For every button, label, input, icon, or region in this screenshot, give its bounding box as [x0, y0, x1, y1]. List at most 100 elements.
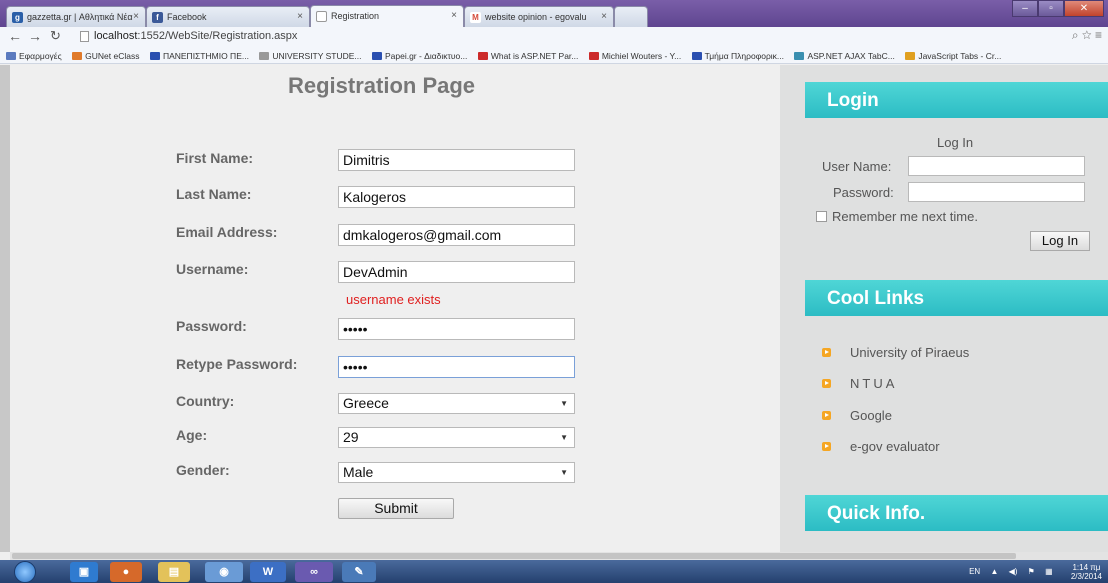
gender-value: Male — [343, 464, 374, 480]
retype-password-field[interactable]: ••••• — [338, 356, 575, 378]
chrome-taskbar-icon[interactable]: ◉ — [205, 562, 243, 582]
login-button[interactable]: Log In — [1030, 231, 1090, 251]
submit-button[interactable]: Submit — [338, 498, 454, 519]
taskbar: ▣ ● ▤ ◉ W ∞ ✎ EN ▲ ◀) ⚑ ▦ 1:14 πμ 2/3/201… — [0, 560, 1108, 583]
retype-password-label: Retype Password: — [176, 356, 298, 372]
login-username-field[interactable] — [908, 156, 1085, 176]
youtube-icon — [477, 52, 488, 60]
language-indicator[interactable]: EN — [969, 567, 980, 576]
bookmark-item[interactable]: Michiel Wouters - Y... — [588, 47, 682, 63]
close-icon[interactable]: × — [451, 10, 457, 21]
gender-select[interactable]: Male ▼ — [338, 462, 575, 483]
username-field[interactable]: DevAdmin — [338, 261, 575, 283]
tray-arrow-icon[interactable]: ▲ — [990, 567, 998, 576]
email-field[interactable]: dmkalogeros@gmail.com — [338, 224, 575, 246]
bookmark-item[interactable]: Εφαρμογές — [6, 47, 62, 63]
link-label: NTUA — [850, 376, 898, 391]
bookmark-item[interactable]: Papei.gr - Διαδικτυο... — [371, 47, 467, 63]
minimize-button[interactable]: – — [1012, 0, 1038, 17]
flag-icon[interactable]: ⚑ — [1028, 567, 1035, 576]
new-tab-button[interactable] — [614, 6, 648, 27]
horizontal-scrollbar[interactable] — [10, 552, 1108, 560]
explorer-taskbar-icon[interactable]: ▤ — [158, 562, 190, 582]
remember-me-checkbox[interactable] — [816, 211, 827, 222]
forward-icon[interactable]: → — [28, 28, 42, 44]
bookmark-item[interactable]: Τμήμα Πληροφορικ... — [691, 47, 784, 63]
network-icon[interactable]: ▦ — [1045, 567, 1053, 576]
bookmarks-bar: Εφαρμογές GUNet eClass ΠΑΝΕΠΙΣΤΗΜΙΟ ΠΕ..… — [0, 46, 1108, 64]
bookmark-item[interactable]: JavaScript Tabs - Cr... — [905, 47, 1002, 63]
maximize-button[interactable]: ▫ — [1038, 0, 1064, 17]
bookmark-item[interactable]: What is ASP.NET Par... — [477, 47, 579, 63]
age-select[interactable]: 29 ▼ — [338, 427, 575, 448]
link-label: University of Piraeus — [850, 345, 970, 360]
tab-facebook[interactable]: f Facebook × — [146, 6, 310, 27]
password-field[interactable]: ••••• — [338, 318, 575, 340]
first-name-field[interactable]: Dimitris — [338, 149, 575, 171]
bookmark-icon — [72, 52, 83, 60]
arrow-bullet-icon — [822, 379, 831, 388]
link-google[interactable]: Google — [822, 408, 892, 423]
tab-gazzetta[interactable]: g gazzetta.gr | Αθλητικά Νέα × — [6, 6, 146, 27]
address-bar[interactable]: localhost:1552/WebSite/Registration.aspx — [80, 28, 1070, 45]
country-select[interactable]: Greece ▼ — [338, 393, 575, 414]
bookmark-label: ASP.NET AJAX TabC... — [807, 51, 895, 61]
clock[interactable]: 1:14 πμ 2/3/2014 — [1063, 563, 1102, 581]
left-margin-bar — [0, 65, 10, 552]
close-icon[interactable]: × — [133, 11, 139, 22]
close-icon[interactable]: × — [601, 11, 607, 22]
tab-gmail[interactable]: M website opinion - egovalu × — [464, 6, 614, 27]
firefox-taskbar-icon[interactable]: ● — [110, 562, 142, 582]
login-caption: Log In — [937, 135, 974, 150]
page-icon — [316, 11, 327, 22]
cool-links-heading: Cool Links — [805, 280, 1108, 316]
close-icon[interactable]: × — [297, 11, 303, 22]
window-controls: – ▫ ✕ — [1012, 0, 1104, 18]
outlook-taskbar-icon[interactable]: ▣ — [70, 562, 98, 582]
link-ntua[interactable]: NTUA — [822, 376, 897, 391]
bookmark-item[interactable]: ASP.NET AJAX TabC... — [794, 47, 895, 63]
bookmark-label: JavaScript Tabs - Cr... — [918, 51, 1002, 61]
login-password-field[interactable] — [908, 182, 1085, 202]
bookmark-label: What is ASP.NET Par... — [490, 51, 579, 61]
bookmark-icon — [259, 52, 270, 60]
scrollbar-thumb[interactable] — [12, 553, 1016, 559]
youtube-icon — [588, 52, 599, 60]
first-name-label: First Name: — [176, 150, 254, 166]
clock-time: 1:14 πμ — [1072, 562, 1101, 572]
bookmark-label: Michiel Wouters - Y... — [601, 51, 682, 61]
chevron-down-icon: ▼ — [560, 468, 568, 477]
remember-me-label: Remember me next time. — [832, 209, 978, 224]
last-name-field[interactable]: Kalogeros — [338, 186, 575, 208]
word-taskbar-icon[interactable]: W — [250, 562, 286, 582]
bookmark-item[interactable]: UNIVERSITY STUDE... — [259, 47, 362, 63]
link-e-gov-evaluator[interactable]: e-gov evaluator — [822, 439, 940, 454]
bookmark-icon — [371, 52, 382, 60]
gmail-icon: M — [470, 12, 481, 23]
bookmark-item[interactable]: GUNet eClass — [72, 47, 139, 63]
last-name-label: Last Name: — [176, 186, 252, 202]
browser-tab-strip: g gazzetta.gr | Αθλητικά Νέα × f Faceboo… — [0, 0, 1108, 27]
volume-icon[interactable]: ◀) — [1009, 567, 1018, 576]
url-path: :1552/WebSite/Registration.aspx — [137, 30, 298, 42]
facebook-icon: f — [152, 12, 163, 23]
start-button[interactable] — [14, 561, 36, 583]
tab-registration[interactable]: Registration × — [310, 5, 464, 27]
clock-date: 2/3/2014 — [1070, 571, 1102, 581]
bookmark-icon — [905, 52, 916, 60]
reload-icon[interactable]: ↻ — [50, 28, 61, 44]
system-tray: EN ▲ ◀) ⚑ ▦ 1:14 πμ 2/3/2014 — [961, 560, 1102, 583]
chevron-down-icon: ▼ — [560, 399, 568, 408]
visual-studio-taskbar-icon[interactable]: ∞ — [295, 562, 333, 582]
age-value: 29 — [343, 429, 359, 445]
password-label: Password: — [176, 318, 247, 334]
link-university-of-piraeus[interactable]: University of Piraeus — [822, 345, 969, 360]
apps-icon — [6, 52, 16, 60]
back-icon[interactable]: ← — [8, 28, 22, 44]
close-window-button[interactable]: ✕ — [1064, 0, 1104, 17]
bookmark-item[interactable]: ΠΑΝΕΠΙΣΤΗΜΙΟ ΠΕ... — [149, 47, 249, 63]
link-label: e-gov evaluator — [850, 439, 940, 454]
zoom-star-menu-icons[interactable]: ⌕ ☆ ≡ — [1072, 28, 1102, 43]
paint-taskbar-icon[interactable]: ✎ — [342, 562, 376, 582]
quick-info-heading: Quick Info. — [805, 495, 1108, 531]
